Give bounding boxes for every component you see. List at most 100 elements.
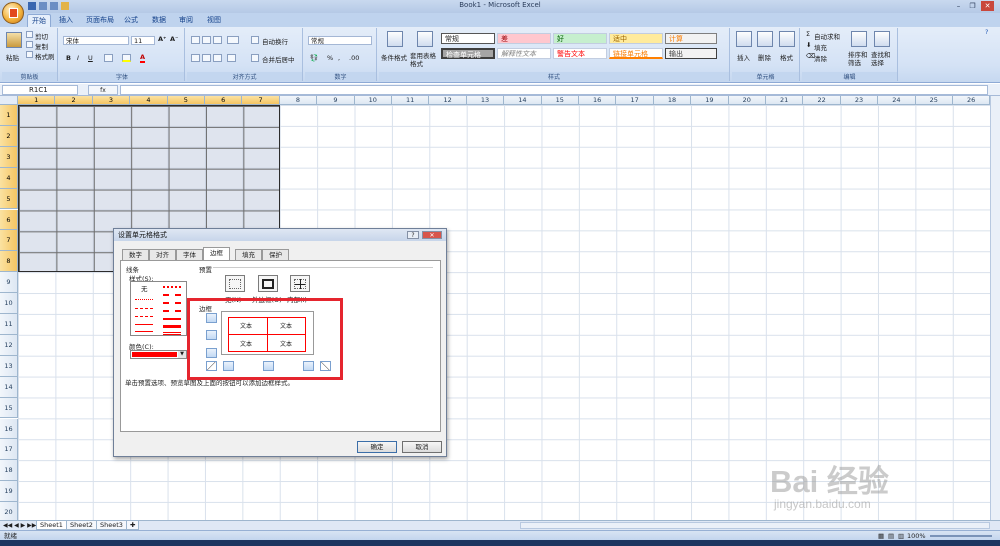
row-header[interactable]: 4 [0,167,18,189]
format-cells-icon[interactable] [779,31,795,47]
column-header[interactable]: 1 [18,96,56,105]
orientation-icon[interactable] [227,36,239,44]
column-header[interactable]: 16 [579,96,617,105]
line-style-thin-1[interactable] [135,324,153,325]
insert-cells-icon[interactable] [736,31,752,47]
zoom-slider[interactable] [930,535,992,537]
vertical-scrollbar[interactable] [990,96,1000,520]
row-header[interactable]: 11 [0,314,18,335]
align-top-icon[interactable] [191,36,200,44]
style-neutral[interactable]: 适中 [609,33,663,44]
row-header[interactable]: 15 [0,397,18,419]
align-left-icon[interactable] [191,54,200,62]
dialog-tab-font[interactable]: 字体 [176,249,203,260]
style-output[interactable]: 输出 [665,48,717,59]
cancel-button[interactable]: 取消 [402,441,442,453]
column-header[interactable]: 3 [92,96,131,105]
fill-button[interactable]: 填充 [814,42,827,52]
dialog-tab-fill[interactable]: 填充 [235,249,262,260]
delete-cells-button[interactable]: 删除 [758,52,771,62]
office-button[interactable] [2,2,24,24]
paste-button[interactable]: 粘贴 [6,52,19,62]
line-style-list[interactable]: 无 [130,281,187,336]
column-header[interactable]: 24 [878,96,916,105]
style-good[interactable]: 好 [553,33,607,44]
column-header[interactable]: 7 [242,96,280,105]
formula-input[interactable] [120,85,988,95]
column-header[interactable]: 13 [466,96,505,105]
find-select-button[interactable]: 查找和选择 [871,51,893,67]
delete-cells-icon[interactable] [757,31,773,47]
style-linked-cell[interactable]: 链接单元格 [609,48,663,59]
line-color-picker[interactable]: ▼ [130,350,187,359]
wrap-text-button[interactable]: 自动换行 [262,36,288,46]
merge-center-button[interactable]: 合并后居中 [262,54,295,64]
row-header[interactable]: 18 [0,460,18,482]
line-style-dotted[interactable] [135,299,153,300]
clear-button[interactable]: 清除 [814,53,827,63]
help-icon[interactable]: ? [985,28,988,36]
row-header[interactable]: 5 [0,188,18,210]
cut-button[interactable]: 剪切 [35,31,48,41]
sheet-tab-1[interactable]: Sheet1 [36,521,67,530]
dialog-help-button[interactable]: ? [407,231,419,239]
fill-color-icon[interactable] [122,54,131,62]
font-size-select[interactable]: 11 [131,36,155,45]
align-bottom-icon[interactable] [213,36,222,44]
row-header[interactable]: 9 [0,272,18,294]
find-select-icon[interactable] [874,31,890,47]
column-header[interactable]: 14 [504,96,542,105]
line-style-double[interactable] [163,332,181,335]
line-style-dashdot[interactable] [135,316,153,317]
dialog-tab-number[interactable]: 数字 [122,249,149,260]
line-style-medium-dashdot[interactable] [163,294,181,296]
indent-icon[interactable] [227,54,236,62]
column-header[interactable]: 10 [354,96,392,105]
format-as-table-icon[interactable] [417,31,433,47]
format-as-table-button[interactable]: 套用表格格式 [410,52,438,68]
line-style-medium-dash[interactable] [163,302,181,304]
row-header[interactable]: 3 [0,146,18,168]
border-icon[interactable] [104,54,113,62]
preset-none-button[interactable] [225,275,245,292]
style-explanatory[interactable]: 解释性文本 [497,48,551,59]
column-header[interactable]: 5 [167,96,205,105]
insert-function-button[interactable]: fx [88,85,118,95]
name-box[interactable]: R1C1 [2,85,78,95]
row-header[interactable]: 7 [0,230,18,252]
style-warning[interactable]: 警告文本 [553,48,607,59]
row-header[interactable]: 12 [0,334,18,356]
conditional-format-icon[interactable] [387,31,403,47]
preset-inside-button[interactable] [290,275,310,292]
conditional-format-button[interactable]: 条件格式 [381,52,407,62]
row-header[interactable]: 1 [0,105,18,126]
tab-formulas[interactable]: 公式 [120,14,142,27]
dialog-tab-protection[interactable]: 保护 [262,249,289,260]
align-middle-icon[interactable] [202,36,211,44]
row-header[interactable]: 19 [0,481,18,503]
tab-review[interactable]: 审阅 [175,14,197,27]
line-style-slanted[interactable] [163,310,181,312]
style-calculation[interactable]: 计算 [665,33,717,44]
sheet-tab-3[interactable]: Sheet3 [96,521,127,530]
insert-cells-button[interactable]: 插入 [737,52,750,62]
column-header[interactable]: 23 [840,96,879,105]
column-header[interactable]: 20 [728,96,766,105]
underline-icon[interactable]: U [88,54,93,62]
dialog-tab-border[interactable]: 边框 [203,247,230,260]
sheet-nav-icon[interactable]: ◀◀ ◀ ▶ ▶▶ [3,522,36,529]
restore-button[interactable]: ❐ [966,1,979,11]
sort-filter-icon[interactable] [851,31,867,47]
currency-icon[interactable]: 💱 [310,54,318,62]
select-all-corner[interactable] [0,96,18,105]
line-style-dashdotdot[interactable] [135,308,153,309]
format-cells-button[interactable]: 格式 [780,52,793,62]
style-bad[interactable]: 差 [497,33,551,44]
close-button[interactable]: ✕ [981,1,994,11]
row-header[interactable]: 14 [0,376,18,398]
row-header[interactable]: 17 [0,439,18,461]
bold-icon[interactable]: B [66,54,71,62]
sort-filter-button[interactable]: 排序和筛选 [848,51,870,67]
column-header[interactable]: 22 [803,96,841,105]
dialog-close-button[interactable]: ✕ [422,231,442,239]
